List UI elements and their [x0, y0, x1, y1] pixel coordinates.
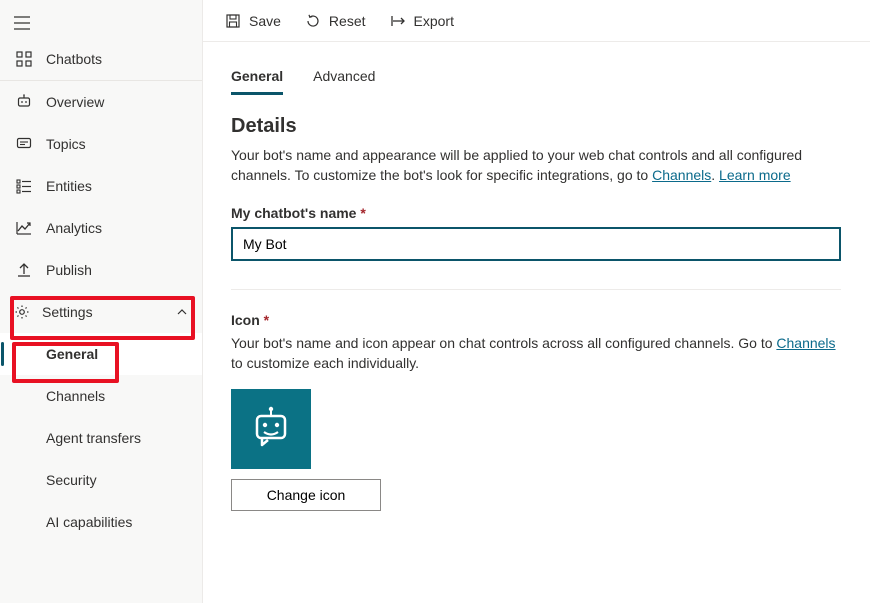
icon-desc: Your bot's name and icon appear on chat …	[231, 334, 841, 373]
upload-icon	[14, 262, 34, 278]
gear-icon	[14, 304, 30, 320]
sidebar-subitem-label: AI capabilities	[46, 514, 132, 530]
section-title: Details	[231, 115, 842, 138]
grid-apps-icon	[14, 51, 34, 67]
sidebar-item-publish[interactable]: Publish	[0, 249, 202, 291]
channels-link-2[interactable]: Channels	[776, 335, 835, 351]
reset-button[interactable]: Reset	[295, 5, 376, 37]
chat-icon	[14, 136, 34, 152]
sidebar-subitem-agent-transfers[interactable]: Agent transfers	[0, 417, 202, 459]
hamburger-menu[interactable]	[0, 8, 44, 38]
list-icon	[14, 178, 34, 194]
sidebar-item-overview[interactable]: Overview	[0, 81, 202, 123]
sidebar-item-topics[interactable]: Topics	[0, 123, 202, 165]
sidebar-item-label: Analytics	[46, 220, 102, 236]
sidebar-subitem-label: Channels	[46, 388, 105, 404]
sidebar-subitem-general[interactable]: General	[0, 333, 202, 375]
bot-icon-preview	[231, 389, 311, 469]
change-icon-button[interactable]: Change icon	[231, 479, 381, 511]
name-field-label: My chatbot's name *	[231, 205, 842, 221]
save-button[interactable]: Save	[215, 5, 291, 37]
export-button[interactable]: Export	[380, 5, 464, 37]
chatbot-icon	[14, 94, 34, 110]
sidebar-subitem-label: Agent transfers	[46, 430, 141, 446]
icon-field-label: Icon *	[231, 312, 842, 328]
sidebar-item-settings[interactable]: Settings	[0, 291, 202, 333]
sidebar-subitem-label: General	[46, 346, 98, 362]
tab-label: Advanced	[313, 68, 375, 84]
sidebar-item-label: Overview	[46, 94, 104, 110]
reset-icon	[305, 13, 321, 29]
sidebar-subitem-ai-capabilities[interactable]: AI capabilities	[0, 501, 202, 543]
sidebar-item-label: Publish	[46, 262, 92, 278]
sidebar-item-analytics[interactable]: Analytics	[0, 207, 202, 249]
sidebar-item-label: Chatbots	[46, 51, 102, 67]
cmd-label: Export	[414, 13, 454, 29]
tab-general[interactable]: General	[231, 60, 283, 95]
tab-advanced[interactable]: Advanced	[313, 60, 375, 95]
export-icon	[390, 13, 406, 29]
learn-more-link[interactable]: Learn more	[719, 167, 791, 183]
sidebar-item-label: Settings	[42, 304, 93, 320]
sidebar-subitem-security[interactable]: Security	[0, 459, 202, 501]
bot-avatar-icon	[246, 404, 296, 454]
channels-link[interactable]: Channels	[652, 167, 711, 183]
cmd-label: Save	[249, 13, 281, 29]
sidebar-item-chatbots[interactable]: Chatbots	[0, 38, 202, 80]
sidebar-subitem-channels[interactable]: Channels	[0, 375, 202, 417]
cmd-label: Reset	[329, 13, 366, 29]
bot-name-input[interactable]	[231, 227, 841, 261]
sidebar-item-label: Topics	[46, 136, 86, 152]
sidebar-item-entities[interactable]: Entities	[0, 165, 202, 207]
tab-label: General	[231, 68, 283, 84]
sidebar-item-label: Entities	[46, 178, 92, 194]
section-desc: Your bot's name and appearance will be a…	[231, 146, 841, 185]
sidebar-subitem-label: Security	[46, 472, 97, 488]
hamburger-icon	[14, 16, 30, 30]
divider	[231, 289, 841, 290]
chevron-up-icon	[176, 306, 188, 318]
chart-line-icon	[14, 220, 34, 236]
save-icon	[225, 13, 241, 29]
